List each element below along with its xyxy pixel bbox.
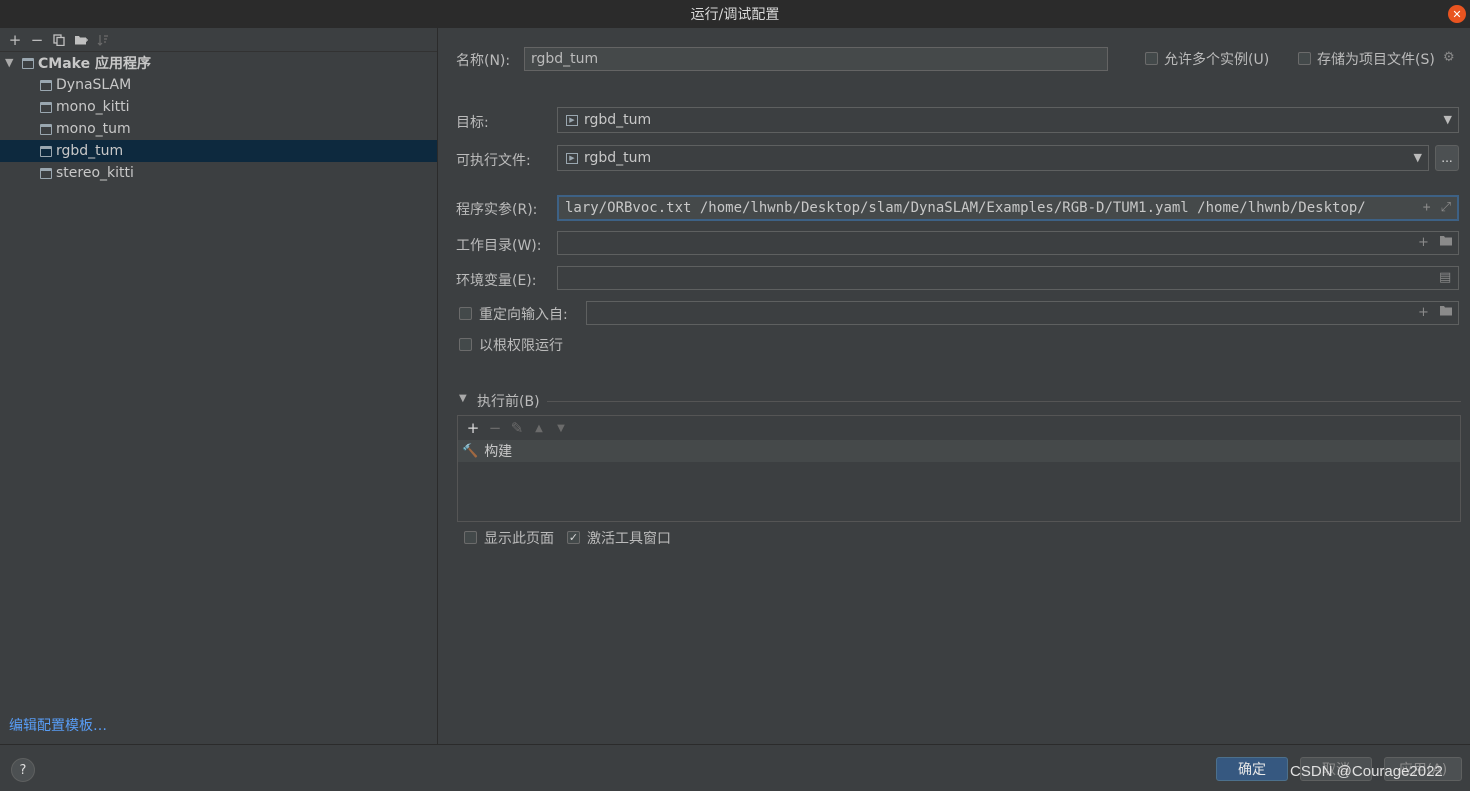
tree-item-selected[interactable]: rgbd_tum [0,140,437,162]
browse-executable-button[interactable]: ... [1435,145,1459,171]
show-page-checkbox[interactable] [464,531,477,544]
executable-icon: ▶ [566,114,578,126]
target-select[interactable]: ▶ rgbd_tum ▼ [557,107,1459,133]
tree-item-label: DynaSLAM [56,77,132,93]
chevron-down-icon[interactable]: ▼ [459,393,467,404]
tree-item-label: mono_tum [56,121,131,137]
config-form: 名称(N): rgbd_tum 允许多个实例(U) 存储为项目文件(S) ⚙ 目… [439,28,1470,744]
program-args-value: lary/ORBvoc.txt /home/lhwnb/Desktop/slam… [565,200,1366,216]
before-launch-list: + − ✎ ▲ ▼ 🔨 构建 [457,415,1461,522]
chevron-down-icon: ▼ [1413,151,1422,164]
ok-button[interactable]: 确定 [1216,757,1288,781]
executable-value: rgbd_tum [584,150,652,166]
add-icon[interactable]: + [1418,305,1429,320]
config-icon [40,101,52,113]
allow-multi-checkbox[interactable] [1145,52,1158,65]
expand-icon[interactable]: ⤢ [1441,200,1451,215]
name-input[interactable]: rgbd_tum [524,47,1108,71]
gear-icon[interactable]: ⚙ [1443,50,1455,65]
title-bar: 运行/调试配置 ✕ [0,0,1470,28]
chevron-down-icon: ▼ [1443,113,1452,126]
list-item[interactable]: 🔨 构建 [458,440,1460,462]
document-icon[interactable]: ▤ [1439,270,1451,285]
copy-icon[interactable] [48,30,70,50]
folder-icon[interactable] [1439,235,1453,250]
config-tree: ▼ CMake 应用程序 DynaSLAM mono_kitti mono_tu… [0,52,437,184]
target-label: 目标: [456,115,489,131]
move-up-icon[interactable]: ▲ [528,418,550,438]
run-as-root-checkbox[interactable] [459,338,472,351]
workdir-actions: + [1418,235,1453,250]
before-launch-toolbar: + − ✎ ▲ ▼ [458,416,1460,440]
add-icon[interactable]: + [462,418,484,438]
dialog-footer: ? 确定 取消 应用(A) CSDN @Courage2022 [0,744,1470,791]
tree-item[interactable]: mono_kitti [0,96,437,118]
watermark: CSDN @Courage2022 [1290,763,1443,780]
name-label: 名称(N): [456,53,511,69]
hammer-icon: 🔨 [462,443,479,459]
target-value: rgbd_tum [584,112,652,128]
redirect-actions: + [1418,305,1453,320]
store-project-label: 存储为项目文件(S) [1317,52,1435,68]
tree-item[interactable]: mono_tum [0,118,437,140]
before-launch-header: 执行前(B) [477,394,540,410]
program-args-input[interactable]: lary/ORBvoc.txt /home/lhwnb/Desktop/slam… [557,195,1459,221]
activate-tool-window-checkbox[interactable]: ✓ [567,531,580,544]
remove-icon[interactable]: − [26,30,48,50]
folder-icon[interactable] [1439,305,1453,320]
edit-icon[interactable]: ✎ [506,418,528,438]
env-vars-label: 环境变量(E): [456,273,537,289]
env-vars-input[interactable] [557,266,1459,290]
show-page-label: 显示此页面 [484,531,554,547]
args-field-actions: + ⤢ [1423,200,1451,215]
config-icon [40,145,52,157]
redirect-input-checkbox[interactable] [459,307,472,320]
run-as-root-label: 以根权限运行 [479,338,563,354]
redirect-input-field[interactable] [586,301,1459,325]
program-args-label: 程序实参(R): [456,202,538,218]
section-divider [547,401,1461,402]
tree-item[interactable]: stereo_kitti [0,162,437,184]
activate-tool-window-label: 激活工具窗口 [587,531,671,547]
tree-item-label: mono_kitti [56,99,130,115]
add-icon[interactable]: + [4,30,26,50]
store-project-checkbox[interactable] [1298,52,1311,65]
tree-item[interactable]: DynaSLAM [0,74,437,96]
move-down-icon[interactable]: ▼ [550,418,572,438]
add-icon[interactable]: + [1418,235,1429,250]
window-title: 运行/调试配置 [690,7,780,23]
config-icon [40,79,52,91]
tree-toolbar: + − [0,28,437,52]
sort-icon[interactable] [92,30,114,50]
redirect-input-label: 重定向输入自: [479,307,568,323]
executable-select[interactable]: ▶ rgbd_tum ▼ [557,145,1429,171]
tree-item-label: stereo_kitti [56,165,134,181]
close-icon[interactable]: ✕ [1448,5,1466,23]
executable-icon: ▶ [566,152,578,164]
before-launch-item-label: 构建 [484,444,513,460]
workdir-label: 工作目录(W): [456,238,542,254]
executable-label: 可执行文件: [456,153,531,169]
help-button[interactable]: ? [11,758,35,782]
tree-group-label: CMake 应用程序 [38,56,151,72]
chevron-down-icon[interactable]: ▼ [5,56,13,69]
config-icon [40,123,52,135]
cmake-config-icon [22,57,34,69]
tree-group-cmake[interactable]: ▼ CMake 应用程序 [0,52,437,74]
edit-templates-link[interactable]: 编辑配置模板… [9,715,107,735]
allow-multi-label: 允许多个实例(U) [1164,52,1270,68]
add-icon[interactable]: + [1423,200,1431,215]
tree-item-label: rgbd_tum [56,143,124,159]
folder-icon[interactable] [70,30,92,50]
workdir-input[interactable] [557,231,1459,255]
remove-icon[interactable]: − [484,418,506,438]
config-tree-panel: + − ▼ CMake 应用程序 DynaSLAM mono_kitti mon… [0,28,438,744]
config-icon [40,167,52,179]
